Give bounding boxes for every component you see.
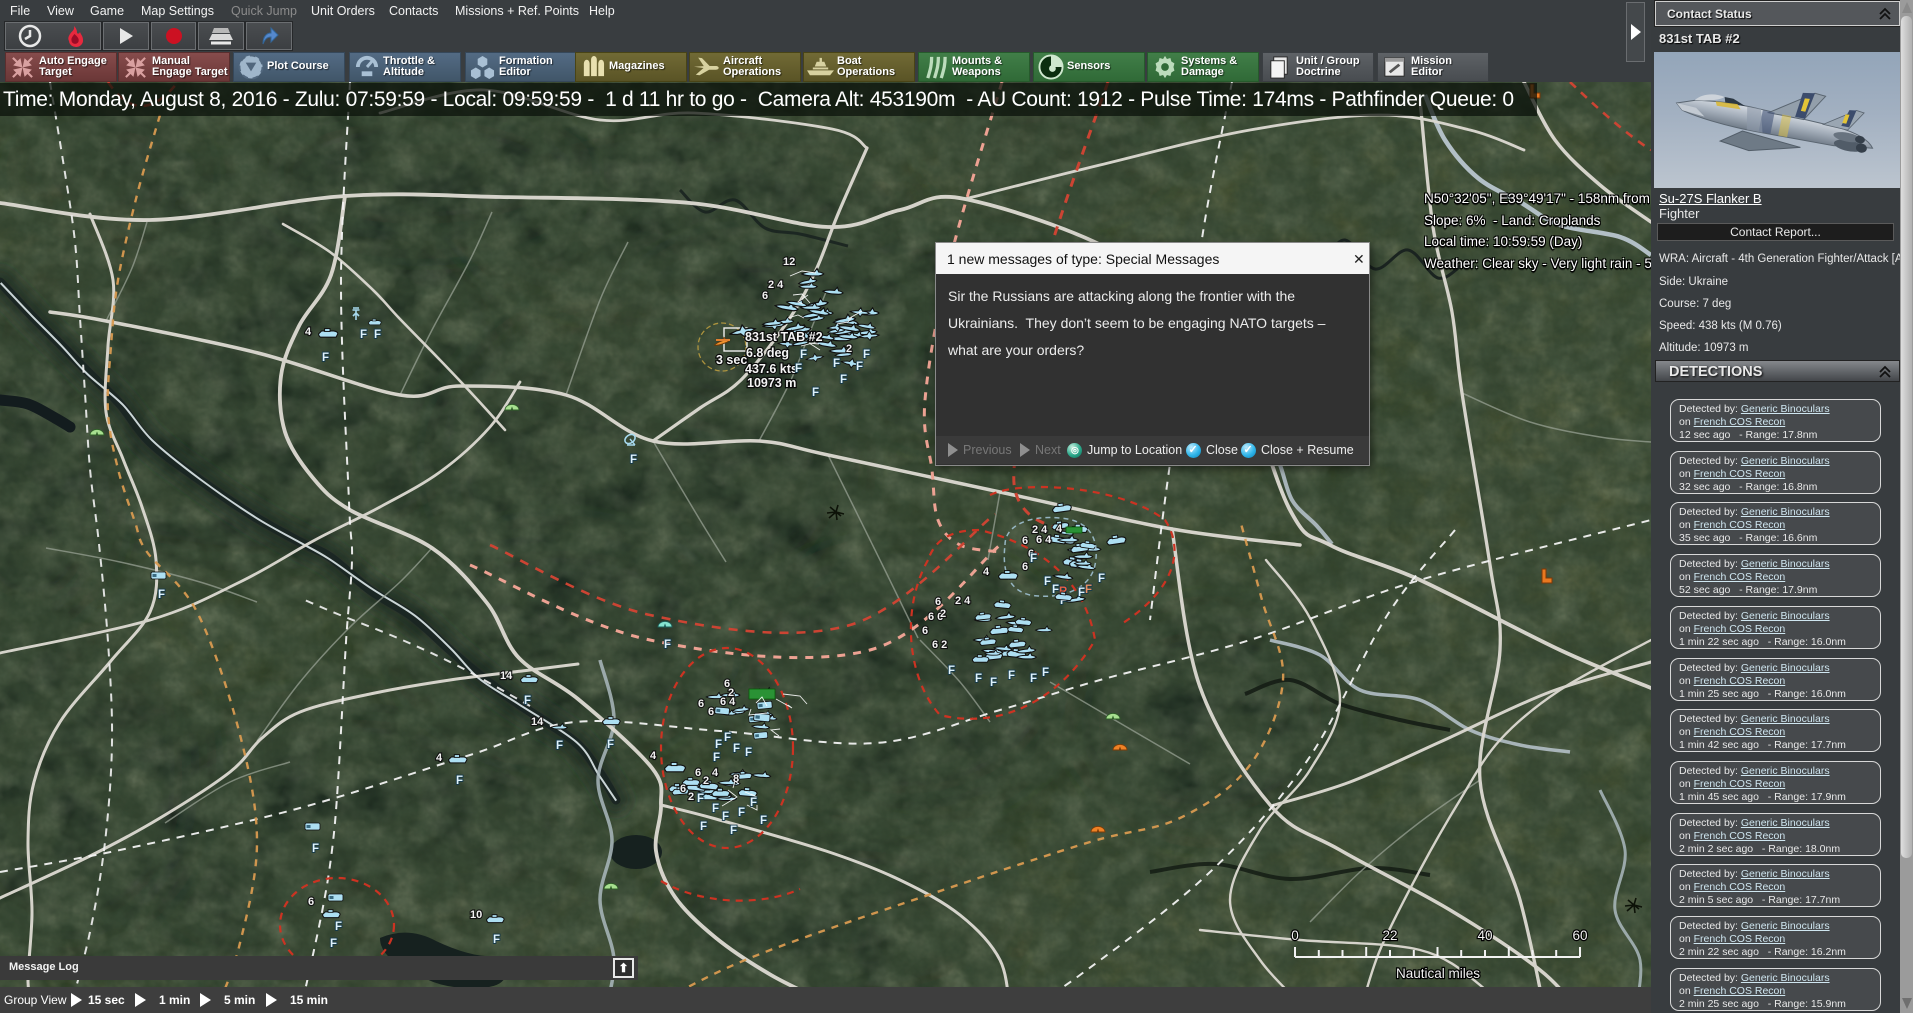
svg-text:F: F [664, 639, 671, 651]
svg-text:4: 4 [650, 750, 657, 762]
svg-text:F: F [607, 739, 614, 751]
svg-text:40: 40 [1477, 928, 1492, 943]
svg-text:6: 6 [708, 706, 714, 718]
svg-text:6: 6 [680, 783, 686, 795]
svg-text:2: 2 [688, 791, 694, 803]
svg-text:F: F [1030, 553, 1037, 565]
svg-text:6: 6 [1022, 561, 1028, 573]
svg-text:F: F [812, 387, 819, 399]
svg-text:F: F [1044, 576, 1051, 588]
svg-text:6: 6 [308, 896, 314, 908]
svg-text:2: 2 [940, 608, 946, 620]
svg-text:F: F [733, 743, 740, 755]
svg-text:4: 4 [436, 752, 443, 764]
svg-text:F: F [456, 775, 463, 787]
svg-text:F: F [722, 811, 729, 823]
svg-text:F: F [715, 739, 722, 751]
svg-text:F: F [322, 352, 329, 364]
svg-text:6: 6 [935, 596, 941, 608]
svg-text:6 2: 6 2 [932, 639, 947, 651]
svg-text:F: F [738, 807, 745, 819]
svg-text:12: 12 [783, 256, 795, 268]
svg-text:2 4: 2 4 [955, 595, 971, 607]
svg-text:6 4: 6 4 [1036, 534, 1052, 546]
svg-text:6: 6 [762, 290, 768, 302]
svg-text:F: F [1030, 673, 1037, 685]
svg-text:4: 4 [1056, 523, 1063, 535]
svg-text:60: 60 [1572, 928, 1587, 943]
svg-text:831st TAB #2: 831st TAB #2 [745, 330, 823, 344]
svg-text:F: F [1008, 670, 1015, 682]
svg-text:2 4: 2 4 [768, 279, 784, 291]
svg-text:F: F [700, 821, 707, 833]
svg-text:F: F [856, 361, 863, 373]
svg-text:3 sec: 3 sec [716, 353, 747, 367]
svg-text:F: F [840, 374, 847, 386]
svg-text:F: F [833, 358, 840, 370]
svg-text:F: F [760, 815, 767, 827]
svg-text:F: F [730, 825, 737, 837]
svg-text:0: 0 [1291, 928, 1299, 943]
svg-text:F: F [745, 747, 752, 759]
svg-text:6 4: 6 4 [720, 696, 736, 708]
svg-text:F: F [330, 938, 337, 950]
svg-text:Nautical miles: Nautical miles [1396, 966, 1480, 981]
svg-text:4: 4 [712, 767, 719, 779]
svg-text:F: F [800, 349, 807, 361]
svg-text:F: F [1078, 587, 1085, 599]
svg-text:F: F [1098, 573, 1105, 585]
svg-text:F: F [158, 589, 165, 601]
svg-text:F: F [556, 740, 563, 752]
svg-text:2: 2 [703, 775, 709, 787]
svg-text:F: F [630, 454, 637, 466]
svg-text:F: F [795, 363, 802, 375]
svg-text:4: 4 [983, 566, 990, 578]
svg-text:4: 4 [305, 326, 312, 338]
svg-text:F: F [335, 921, 342, 933]
svg-text:437.6 kts: 437.6 kts [745, 362, 798, 376]
svg-text:F: F [697, 793, 704, 805]
svg-text:F: F [1085, 584, 1092, 596]
svg-text:F: F [524, 695, 531, 707]
svg-text:6.8 deg: 6.8 deg [746, 346, 789, 360]
svg-text:F: F [312, 843, 319, 855]
svg-text:F: F [750, 797, 757, 809]
svg-text:10: 10 [470, 909, 482, 921]
svg-text:6: 6 [695, 767, 701, 779]
svg-text:6: 6 [922, 625, 928, 637]
svg-text:2: 2 [846, 343, 852, 355]
svg-text:F: F [493, 934, 500, 946]
svg-text:10973 m: 10973 m [747, 376, 796, 390]
svg-text:22: 22 [1382, 928, 1397, 943]
svg-text:F: F [948, 665, 955, 677]
svg-text:F: F [863, 349, 870, 361]
svg-text:F: F [712, 803, 719, 815]
svg-text:F: F [374, 329, 381, 341]
svg-text:F: F [975, 673, 982, 685]
svg-text:14: 14 [531, 716, 544, 728]
svg-text:F: F [713, 752, 720, 764]
svg-text:F: F [724, 732, 731, 744]
svg-text:F: F [360, 329, 367, 341]
svg-text:F: F [990, 677, 997, 689]
svg-text:6: 6 [698, 698, 704, 710]
svg-text:F: F [1042, 667, 1049, 679]
svg-text:6: 6 [1022, 535, 1028, 547]
svg-text:14: 14 [500, 670, 513, 682]
